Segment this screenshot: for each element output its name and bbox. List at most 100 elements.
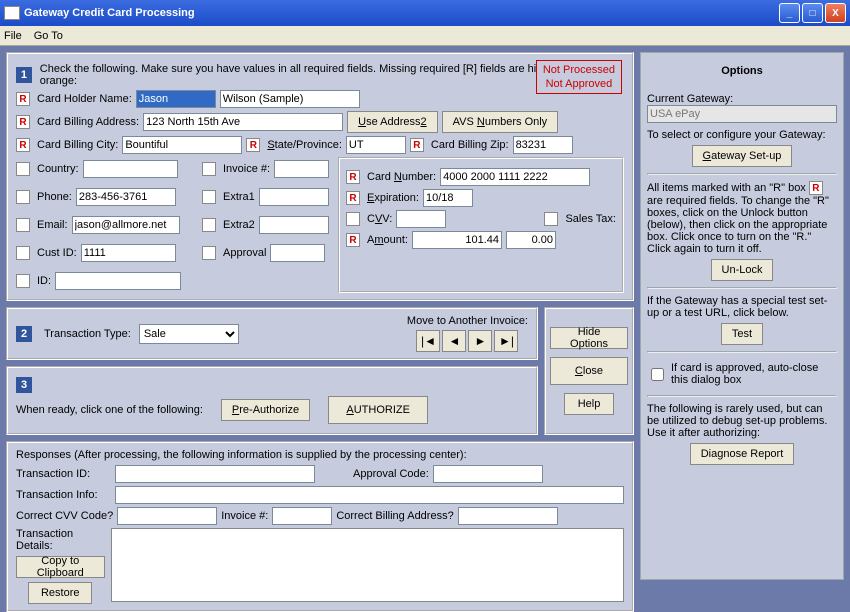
transaction-details-label: Transaction Details:: [16, 528, 105, 552]
nav-next-button[interactable]: ►: [468, 330, 492, 352]
nav-last-button[interactable]: ►|: [494, 330, 518, 352]
close-button[interactable]: Close: [550, 357, 628, 385]
salestax-input[interactable]: [506, 231, 556, 249]
transaction-details-output[interactable]: [111, 528, 624, 602]
nav-prev-button[interactable]: ◄: [442, 330, 466, 352]
extra1-input[interactable]: [259, 188, 329, 206]
correct-billing-label: Correct Billing Address?: [336, 510, 453, 522]
required-toggle[interactable]: [202, 246, 216, 260]
amount-label: Amount:: [367, 234, 408, 246]
first-name-input[interactable]: [136, 90, 216, 108]
id-label: ID:: [37, 275, 51, 287]
test-button[interactable]: Test: [721, 323, 763, 345]
window-close-button[interactable]: X: [825, 3, 846, 23]
required-indicator[interactable]: R: [410, 138, 424, 152]
step2-panel: 2 Transaction Type: Sale Move to Another…: [6, 307, 538, 360]
extra1-label: Extra1: [223, 191, 255, 203]
required-toggle[interactable]: [346, 212, 360, 226]
avs-numbers-button[interactable]: AVS Numbers Only: [442, 111, 559, 133]
step3-panel: 3 When ready, click one of the following…: [6, 366, 538, 435]
app-icon: [4, 6, 20, 20]
card-number-input[interactable]: [440, 168, 590, 186]
transaction-type-select[interactable]: Sale: [139, 324, 239, 344]
menu-bar: File Go To: [0, 26, 850, 46]
menu-file[interactable]: File: [4, 30, 22, 42]
invoice-input[interactable]: [274, 160, 329, 178]
phone-input[interactable]: [76, 188, 176, 206]
step3-number: 3: [16, 377, 32, 393]
required-indicator[interactable]: R: [346, 233, 360, 247]
required-toggle[interactable]: [202, 218, 216, 232]
last-name-input[interactable]: [220, 90, 360, 108]
options-title: Options: [647, 61, 837, 87]
pre-authorize-button[interactable]: Pre-Authorize: [221, 399, 310, 421]
billing-city-input[interactable]: [122, 136, 242, 154]
id-input[interactable]: [55, 272, 181, 290]
billing-address-label: Card Billing Address:: [37, 116, 139, 128]
approval-label: Approval: [223, 247, 266, 259]
unlock-button[interactable]: Un-Lock: [711, 259, 774, 281]
salestax-label: Sales Tax:: [565, 213, 616, 225]
response-invoice-output: [272, 507, 332, 525]
move-invoice-label: Move to Another Invoice:: [407, 315, 528, 327]
state-label: State/Province:: [267, 139, 342, 151]
window-title: Gateway Credit Card Processing: [24, 7, 779, 19]
required-toggle[interactable]: [16, 246, 30, 260]
step1-number: 1: [16, 67, 32, 83]
copy-clipboard-button[interactable]: Copy to Clipboard: [16, 556, 105, 578]
required-indicator[interactable]: R: [346, 191, 360, 205]
hide-options-button[interactable]: Hide Options: [550, 327, 628, 349]
extra2-label: Extra2: [223, 219, 255, 231]
expiration-input[interactable]: [423, 189, 473, 207]
required-toggle[interactable]: [16, 218, 30, 232]
nav-first-button[interactable]: |◄: [416, 330, 440, 352]
approval-input[interactable]: [270, 244, 325, 262]
authorize-button[interactable]: AUTHORIZE: [328, 396, 428, 424]
menu-goto[interactable]: Go To: [34, 30, 63, 42]
help-button[interactable]: Help: [564, 393, 614, 415]
minimize-button[interactable]: _: [779, 3, 800, 23]
transaction-id-label: Transaction ID:: [16, 468, 111, 480]
country-input[interactable]: [83, 160, 178, 178]
required-indicator[interactable]: R: [16, 92, 30, 106]
required-toggle[interactable]: [16, 190, 30, 204]
autoclose-label: If card is approved, auto-close this dia…: [671, 362, 837, 386]
amount-input[interactable]: [412, 231, 502, 249]
correct-cvv-output: [117, 507, 217, 525]
state-input[interactable]: [346, 136, 406, 154]
required-indicator[interactable]: R: [16, 115, 30, 129]
response-invoice-label: Invoice #:: [221, 510, 268, 522]
restore-button[interactable]: Restore: [28, 582, 92, 604]
required-indicator[interactable]: R: [16, 138, 30, 152]
use-address2-button[interactable]: UUse Address2se Address2: [347, 111, 438, 133]
billing-zip-input[interactable]: [513, 136, 573, 154]
billing-address-input[interactable]: [143, 113, 343, 131]
gateway-setup-button[interactable]: Gateway Set-up: [692, 145, 793, 167]
required-toggle[interactable]: [202, 162, 216, 176]
diagnose-report-button[interactable]: Diagnose Report: [690, 443, 795, 465]
required-toggle[interactable]: [544, 212, 558, 226]
responses-header: Responses (After processing, the followi…: [16, 449, 624, 461]
required-indicator[interactable]: R: [346, 170, 360, 184]
maximize-button[interactable]: □: [802, 3, 823, 23]
test-help-text: If the Gateway has a special test set-up…: [647, 295, 837, 319]
status-not-processed: Not Processed: [543, 63, 615, 77]
email-input[interactable]: [72, 216, 180, 234]
cardholder-label: Card Holder Name:: [37, 93, 132, 105]
current-gateway-value: [647, 105, 837, 123]
cvv-input[interactable]: [396, 210, 446, 228]
invoice-label: Invoice #:: [223, 163, 270, 175]
required-toggle[interactable]: [16, 274, 30, 288]
custid-label: Cust ID:: [37, 247, 77, 259]
responses-panel: Responses (After processing, the followi…: [6, 441, 634, 612]
extra2-input[interactable]: [259, 216, 329, 234]
required-indicator[interactable]: R: [246, 138, 260, 152]
country-label: Country:: [37, 163, 79, 175]
required-toggle[interactable]: [202, 190, 216, 204]
autoclose-checkbox[interactable]: [651, 368, 664, 381]
approval-code-output: [433, 465, 543, 483]
title-bar: Gateway Credit Card Processing _ □ X: [0, 0, 850, 26]
custid-input[interactable]: [81, 244, 176, 262]
side-buttons-panel: Hide Options Close Help: [544, 307, 634, 435]
required-toggle[interactable]: [16, 162, 30, 176]
